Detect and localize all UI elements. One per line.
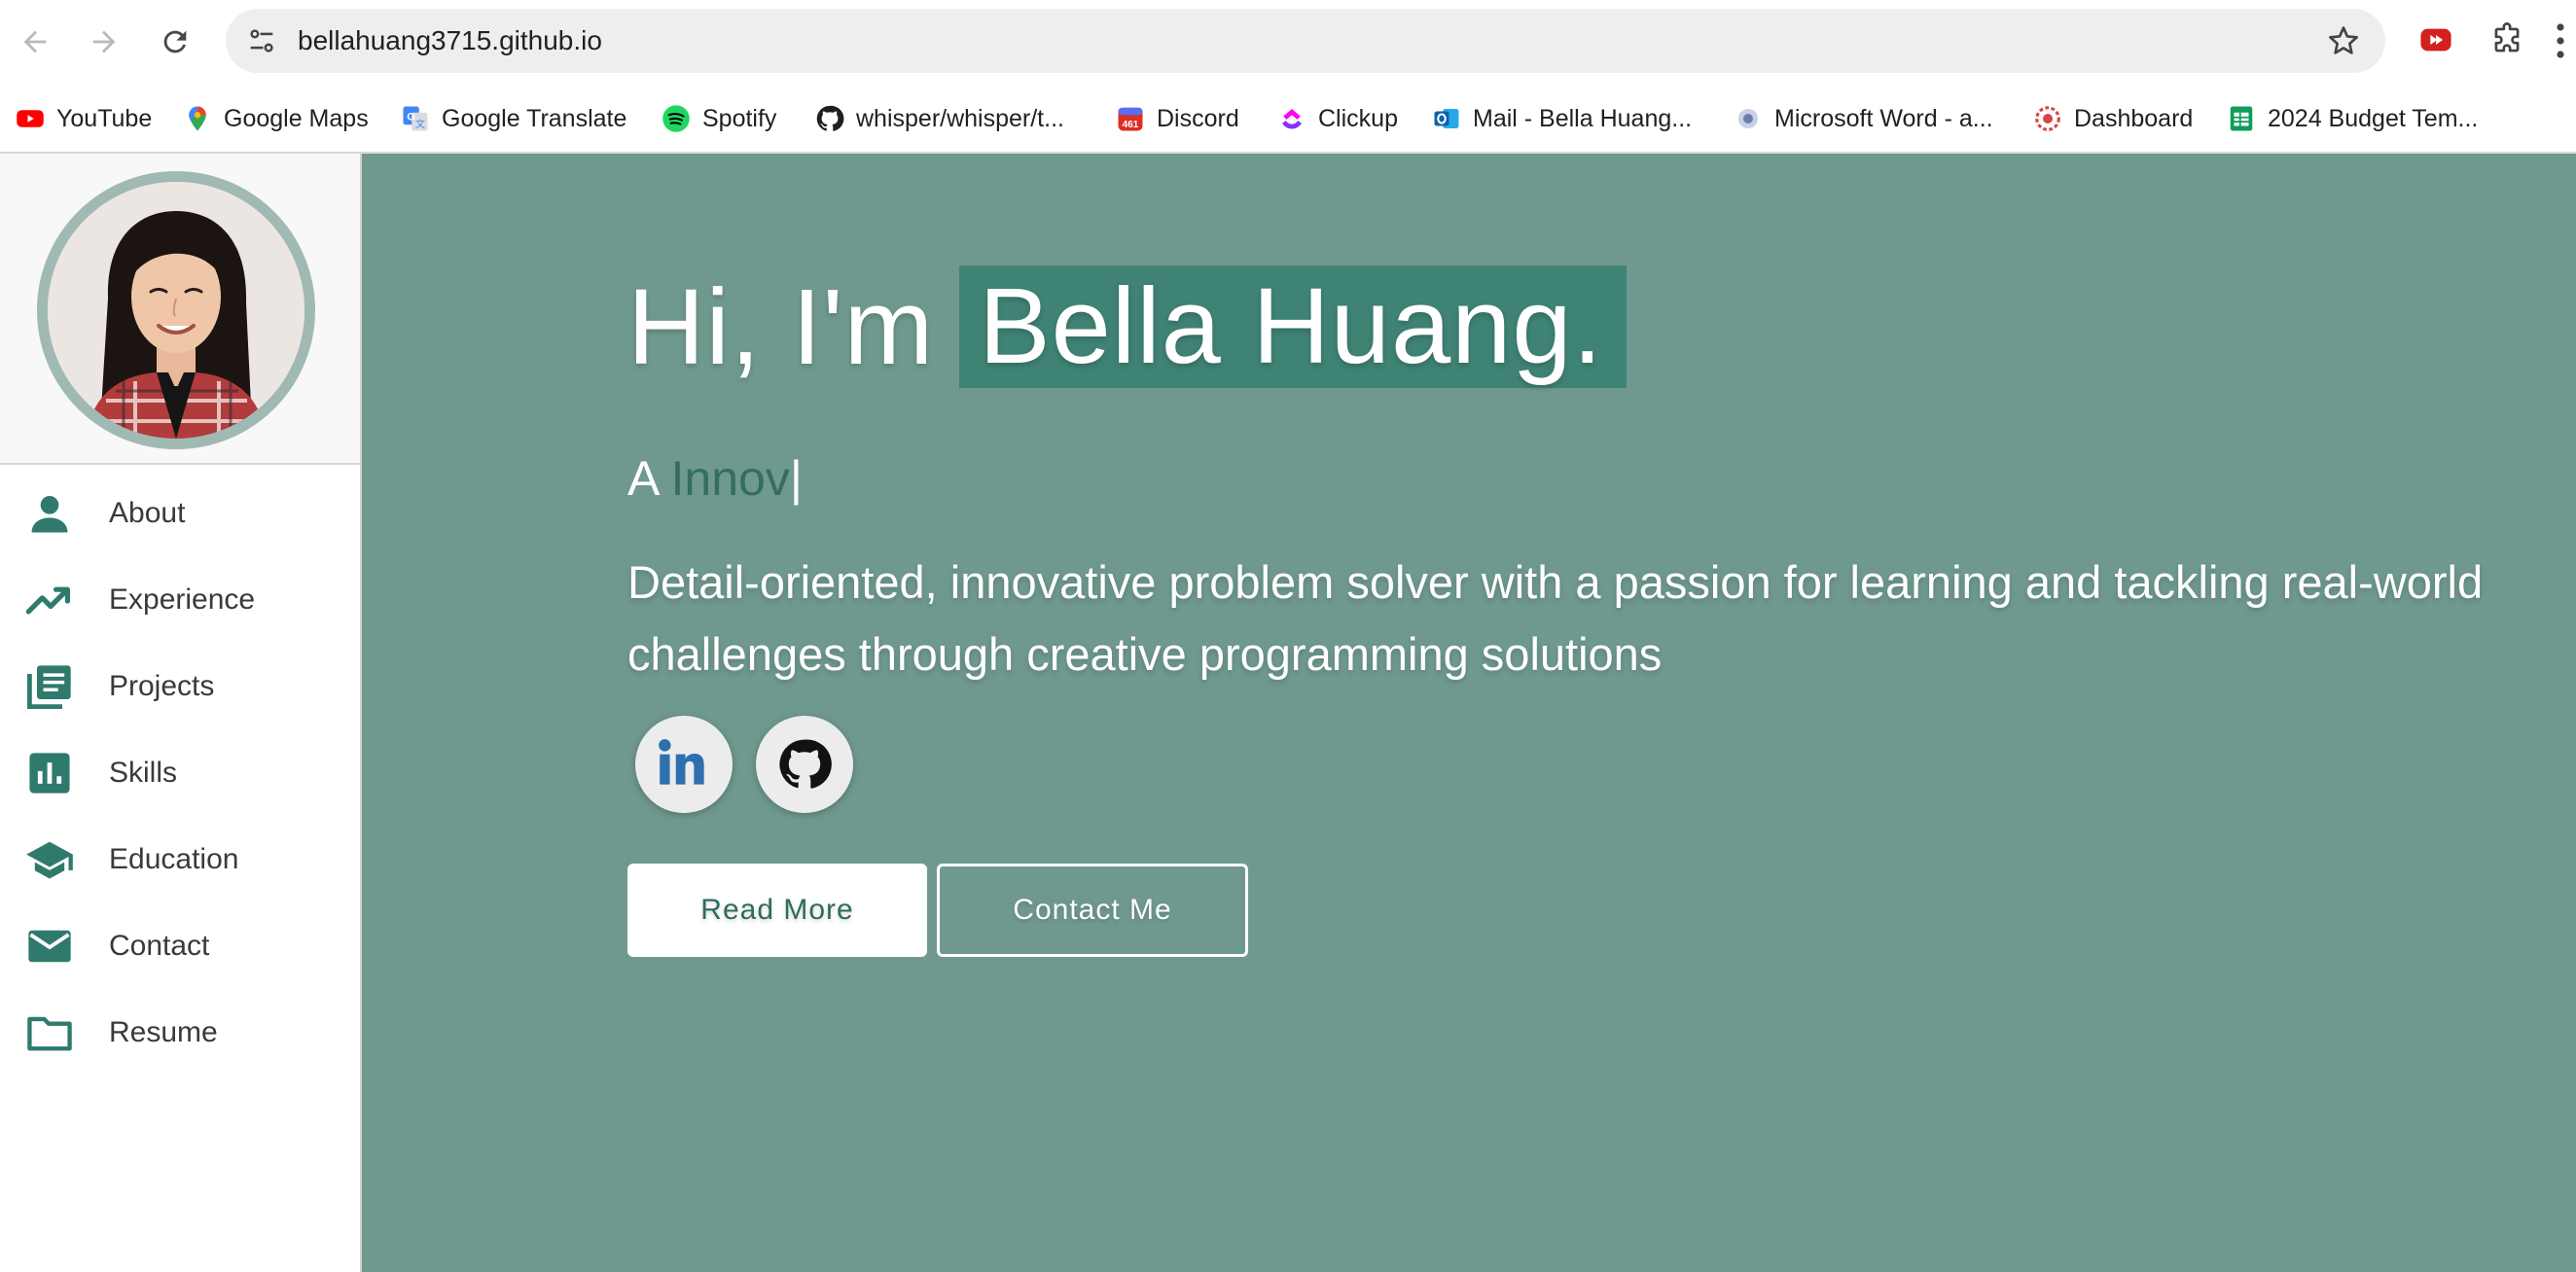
- typed-text: A Innov|: [627, 450, 803, 507]
- bookmark-google-maps[interactable]: Google Maps: [183, 101, 369, 136]
- back-button[interactable]: [11, 18, 59, 66]
- address-bar[interactable]: bellahuang3715.github.io: [226, 9, 2385, 73]
- hero-section: Hi, I'm Bella Huang. A Innov| Detail-ori…: [362, 154, 2576, 1272]
- forward-button[interactable]: [80, 18, 128, 66]
- arrow-right-icon: [92, 30, 116, 53]
- hero-tagline: Detail-oriented, innovative problem solv…: [627, 556, 2484, 680]
- browser-toolbar: bellahuang3715.github.io: [0, 0, 2576, 82]
- contact-me-button[interactable]: Contact Me: [937, 864, 1248, 957]
- bookmark-dashboard[interactable]: Dashboard: [2033, 101, 2193, 136]
- bookmarks-bar: YouTube Google Maps G文 Google Translate …: [0, 82, 2576, 154]
- clickup-icon: [1282, 109, 1302, 129]
- bar-chart-icon: [23, 747, 76, 799]
- word-icon: [1738, 109, 1758, 128]
- graduation-cap-icon: [23, 833, 76, 886]
- calendar-icon: 461: [1118, 107, 1143, 131]
- youtube-extension-icon[interactable]: [2419, 23, 2452, 56]
- linkedin-icon: [659, 739, 704, 785]
- folder-icon: [23, 1007, 76, 1059]
- reload-button[interactable]: [151, 18, 199, 66]
- dashboard-icon: [2035, 106, 2060, 131]
- bookmark-whisper[interactable]: whisper/whisper/t...: [815, 101, 1064, 136]
- google-maps-icon: [189, 106, 206, 131]
- hero-greeting: Hi, I'm: [627, 266, 935, 387]
- bookmark-clickup[interactable]: Clickup: [1277, 101, 1398, 136]
- hero-name: Bella Huang.: [959, 265, 1628, 388]
- outlook-icon: [1434, 109, 1459, 128]
- typed-word: Innov: [670, 451, 790, 506]
- sidebar-item-label: About: [109, 497, 186, 529]
- bookmark-microsoft-word[interactable]: Microsoft Word - a...: [1734, 101, 1993, 136]
- linkedin-link[interactable]: [635, 716, 733, 813]
- typing-cursor: |: [789, 451, 803, 506]
- avatar: [37, 171, 315, 449]
- mail-icon: [23, 920, 76, 972]
- svg-text:G: G: [407, 111, 415, 123]
- read-more-button[interactable]: Read More: [627, 864, 927, 957]
- sidebar-item-about[interactable]: About: [0, 475, 360, 552]
- hero-heading: Hi, I'm Bella Huang.: [627, 265, 1628, 388]
- sheets-icon: [2230, 106, 2253, 131]
- arrow-left-icon: [23, 30, 47, 53]
- library-books-icon: [23, 660, 76, 713]
- sidebar-item-label: Education: [109, 843, 239, 875]
- sidebar-item-label: Skills: [109, 757, 178, 789]
- bookmark-google-translate[interactable]: G文 Google Translate: [401, 101, 626, 136]
- sidebar-item-skills[interactable]: Skills: [0, 734, 360, 812]
- sidebar-item-experience[interactable]: Experience: [0, 561, 360, 639]
- sidebar-item-contact[interactable]: Contact: [0, 907, 360, 985]
- sidebar-item-label: Contact: [109, 930, 210, 962]
- bookmark-mail[interactable]: Mail - Bella Huang...: [1432, 101, 1692, 136]
- bookmark-spotify[interactable]: Spotify: [662, 101, 776, 136]
- bookmark-youtube[interactable]: YouTube: [16, 101, 152, 136]
- sidebar-item-label: Projects: [109, 670, 215, 702]
- svg-text:文: 文: [415, 118, 425, 130]
- bookmark-star-icon[interactable]: [2325, 22, 2362, 59]
- sidebar-item-education[interactable]: Education: [0, 821, 360, 899]
- github-icon: [816, 105, 844, 131]
- bookmark-discord[interactable]: 461 Discord: [1116, 101, 1239, 136]
- url-text[interactable]: bellahuang3715.github.io: [298, 25, 602, 56]
- extensions-puzzle-icon[interactable]: [2488, 21, 2525, 58]
- youtube-icon: [17, 110, 44, 127]
- sidebar-item-label: Resume: [109, 1016, 218, 1048]
- typed-prefix: A: [627, 451, 658, 506]
- github-link[interactable]: [756, 716, 853, 813]
- more-menu-icon[interactable]: [2551, 21, 2570, 60]
- profile-area: [0, 154, 360, 465]
- spotify-icon: [662, 105, 690, 132]
- sidebar-item-resume[interactable]: Resume: [0, 994, 360, 1072]
- svg-text:461: 461: [1123, 120, 1139, 130]
- google-translate-icon: G文: [403, 106, 428, 131]
- github-icon: [779, 739, 832, 789]
- sidebar-item-label: Experience: [109, 583, 256, 616]
- profile-photo: [48, 182, 304, 439]
- sidebar: About Experience Projects Skills Educati…: [0, 154, 362, 1272]
- bookmark-budget-template[interactable]: 2024 Budget Tem...: [2227, 101, 2478, 136]
- trending-up-icon: [23, 574, 76, 626]
- sidebar-item-projects[interactable]: Projects: [0, 648, 360, 725]
- site-info-icon[interactable]: [243, 22, 280, 59]
- reload-icon: [163, 30, 187, 53]
- person-icon: [23, 487, 76, 540]
